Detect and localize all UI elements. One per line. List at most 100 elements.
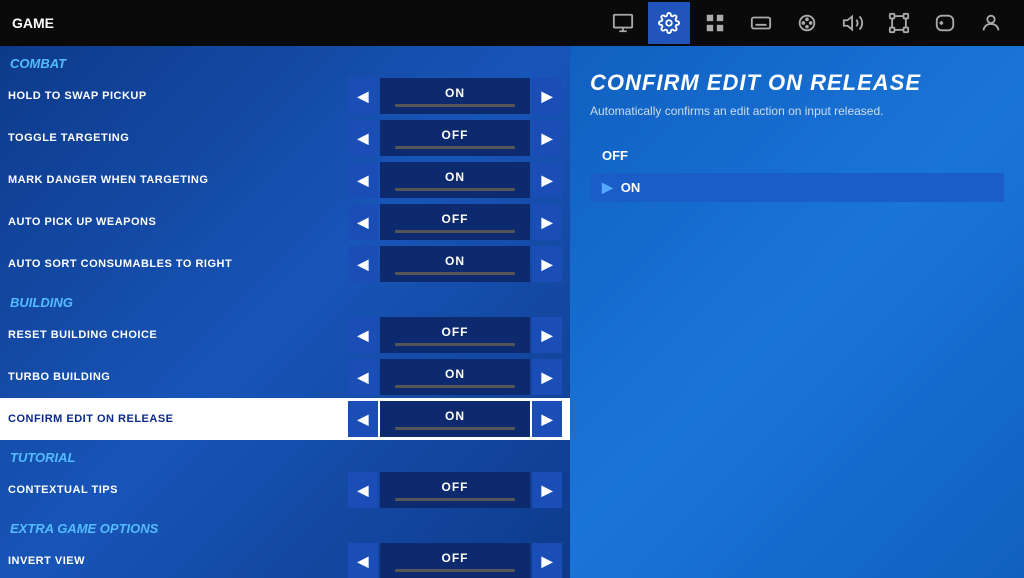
setting-mark-danger[interactable]: MARK DANGER WHEN TARGETING ◀ ON ▶ xyxy=(0,159,570,201)
main-content: COMBAT HOLD TO SWAP PICKUP ◀ ON ▶ TOGGLE… xyxy=(0,46,1024,578)
setting-hold-to-swap-pickup[interactable]: HOLD TO SWAP PICKUP ◀ ON ▶ xyxy=(0,75,570,117)
invert-view-value-box: OFF xyxy=(380,543,530,578)
detail-panel: CONFIRM EDIT ON RELEASE Automatically co… xyxy=(570,46,1024,578)
section-tutorial-header: TUTORIAL xyxy=(0,440,570,469)
auto-sort-consumables-control: ◀ ON ▶ xyxy=(348,246,562,282)
contextual-tips-value: OFF xyxy=(442,480,469,494)
detail-option-list: OFF ▶ ON xyxy=(590,142,1004,202)
reset-building-choice-value-box: OFF xyxy=(380,317,530,353)
invert-view-label: INVERT VIEW xyxy=(8,555,348,567)
display-nav-btn[interactable] xyxy=(694,2,736,44)
auto-pick-up-weapons-right-arrow[interactable]: ▶ xyxy=(532,204,562,240)
auto-pick-up-weapons-value: OFF xyxy=(442,212,469,226)
confirm-edit-on-release-label: CONFIRM EDIT ON RELEASE xyxy=(8,413,348,425)
invert-view-left-arrow[interactable]: ◀ xyxy=(348,543,378,578)
turbo-building-right-arrow[interactable]: ▶ xyxy=(532,359,562,395)
toggle-targeting-value: OFF xyxy=(442,128,469,142)
hold-to-swap-pickup-control: ◀ ON ▶ xyxy=(348,78,562,114)
auto-pick-up-weapons-control: ◀ OFF ▶ xyxy=(348,204,562,240)
detail-option-on-arrow: ▶ xyxy=(602,179,613,196)
mark-danger-control: ◀ ON ▶ xyxy=(348,162,562,198)
invert-view-value: OFF xyxy=(442,551,469,565)
contextual-tips-bar xyxy=(395,498,515,501)
toggle-targeting-control: ◀ OFF ▶ xyxy=(348,120,562,156)
detail-option-off[interactable]: OFF xyxy=(590,142,1004,169)
toggle-targeting-bar xyxy=(395,146,515,149)
setting-toggle-targeting[interactable]: TOGGLE TARGETING ◀ OFF ▶ xyxy=(0,117,570,159)
turbo-building-label: TURBO BUILDING xyxy=(8,371,348,383)
confirm-edit-on-release-bar xyxy=(395,427,515,430)
toggle-targeting-label: TOGGLE TARGETING xyxy=(8,132,348,144)
keyboard-nav-btn[interactable] xyxy=(740,2,782,44)
auto-pick-up-weapons-value-box: OFF xyxy=(380,204,530,240)
reset-building-choice-control: ◀ OFF ▶ xyxy=(348,317,562,353)
hold-to-swap-pickup-right-arrow[interactable]: ▶ xyxy=(532,78,562,114)
hold-to-swap-pickup-bar xyxy=(395,104,515,107)
hold-to-swap-pickup-left-arrow[interactable]: ◀ xyxy=(348,78,378,114)
confirm-edit-on-release-left-arrow[interactable]: ◀ xyxy=(348,401,378,437)
nav-icon-group xyxy=(602,2,1012,44)
auto-pick-up-weapons-label: AUTO PICK UP WEAPONS xyxy=(8,216,348,228)
section-extra-game-options-header: EXTRA GAME OPTIONS xyxy=(0,511,570,540)
auto-sort-consumables-label: AUTO SORT CONSUMABLES TO RIGHT xyxy=(8,258,348,270)
turbo-building-bar xyxy=(395,385,515,388)
toggle-targeting-value-box: OFF xyxy=(380,120,530,156)
auto-sort-consumables-left-arrow[interactable]: ◀ xyxy=(348,246,378,282)
reset-building-choice-value: OFF xyxy=(442,325,469,339)
invert-view-control: ◀ OFF ▶ xyxy=(348,543,562,578)
hold-to-swap-pickup-label: HOLD TO SWAP PICKUP xyxy=(8,90,348,102)
speaker-nav-btn[interactable] xyxy=(832,2,874,44)
mark-danger-right-arrow[interactable]: ▶ xyxy=(532,162,562,198)
invert-view-bar xyxy=(395,569,515,572)
detail-option-on[interactable]: ▶ ON xyxy=(590,173,1004,202)
turbo-building-control: ◀ ON ▶ xyxy=(348,359,562,395)
auto-sort-consumables-value: ON xyxy=(445,254,465,268)
confirm-edit-on-release-control: ◀ ON ▶ xyxy=(348,401,562,437)
auto-pick-up-weapons-left-arrow[interactable]: ◀ xyxy=(348,204,378,240)
reset-building-choice-left-arrow[interactable]: ◀ xyxy=(348,317,378,353)
section-building-header: BUILDING xyxy=(0,285,570,314)
user-nav-btn[interactable] xyxy=(970,2,1012,44)
toggle-targeting-right-arrow[interactable]: ▶ xyxy=(532,120,562,156)
detail-description: Automatically confirms an edit action on… xyxy=(590,104,1004,118)
invert-view-right-arrow[interactable]: ▶ xyxy=(532,543,562,578)
auto-pick-up-weapons-bar xyxy=(395,230,515,233)
gear-nav-btn[interactable] xyxy=(648,2,690,44)
auto-sort-consumables-value-box: ON xyxy=(380,246,530,282)
reset-building-choice-bar xyxy=(395,343,515,346)
contextual-tips-control: ◀ OFF ▶ xyxy=(348,472,562,508)
mark-danger-label: MARK DANGER WHEN TARGETING xyxy=(8,174,348,186)
section-combat-header: COMBAT xyxy=(0,46,570,75)
contextual-tips-left-arrow[interactable]: ◀ xyxy=(348,472,378,508)
monitor-nav-btn[interactable] xyxy=(602,2,644,44)
reset-building-choice-right-arrow[interactable]: ▶ xyxy=(532,317,562,353)
gamepad2-nav-btn[interactable] xyxy=(786,2,828,44)
mark-danger-left-arrow[interactable]: ◀ xyxy=(348,162,378,198)
mark-danger-value-box: ON xyxy=(380,162,530,198)
setting-reset-building-choice[interactable]: RESET BUILDING CHOICE ◀ OFF ▶ xyxy=(0,314,570,356)
network-nav-btn[interactable] xyxy=(878,2,920,44)
hold-to-swap-pickup-value: ON xyxy=(445,86,465,100)
confirm-edit-on-release-right-arrow[interactable]: ▶ xyxy=(532,401,562,437)
setting-auto-pick-up-weapons[interactable]: AUTO PICK UP WEAPONS ◀ OFF ▶ xyxy=(0,201,570,243)
mark-danger-value: ON xyxy=(445,170,465,184)
turbo-building-left-arrow[interactable]: ◀ xyxy=(348,359,378,395)
detail-option-off-label: OFF xyxy=(602,148,628,163)
auto-sort-consumables-right-arrow[interactable]: ▶ xyxy=(532,246,562,282)
hold-to-swap-pickup-value-box: ON xyxy=(380,78,530,114)
contextual-tips-value-box: OFF xyxy=(380,472,530,508)
setting-confirm-edit-on-release[interactable]: CONFIRM EDIT ON RELEASE ◀ ON ▶ xyxy=(0,398,570,440)
setting-auto-sort-consumables[interactable]: AUTO SORT CONSUMABLES TO RIGHT ◀ ON ▶ xyxy=(0,243,570,285)
settings-list-panel: COMBAT HOLD TO SWAP PICKUP ◀ ON ▶ TOGGLE… xyxy=(0,46,570,578)
setting-invert-view[interactable]: INVERT VIEW ◀ OFF ▶ xyxy=(0,540,570,578)
auto-sort-consumables-bar xyxy=(395,272,515,275)
game-label: GAME xyxy=(12,15,54,31)
setting-contextual-tips[interactable]: CONTEXTUAL TIPS ◀ OFF ▶ xyxy=(0,469,570,511)
toggle-targeting-left-arrow[interactable]: ◀ xyxy=(348,120,378,156)
top-nav: GAME xyxy=(0,0,1024,46)
detail-option-on-label: ON xyxy=(621,180,641,195)
controller-nav-btn[interactable] xyxy=(924,2,966,44)
contextual-tips-right-arrow[interactable]: ▶ xyxy=(532,472,562,508)
mark-danger-bar xyxy=(395,188,515,191)
setting-turbo-building[interactable]: TURBO BUILDING ◀ ON ▶ xyxy=(0,356,570,398)
